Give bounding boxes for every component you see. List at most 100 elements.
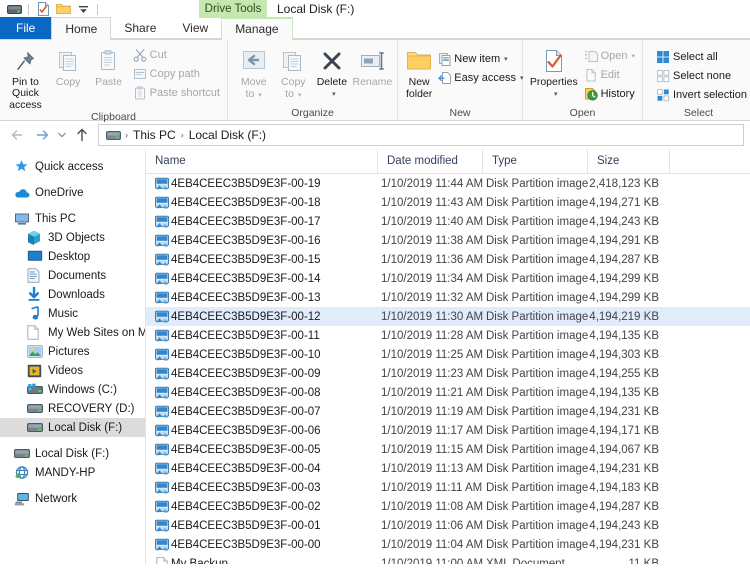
sidebar-item-network[interactable]: Network	[0, 489, 145, 508]
up-button[interactable]	[70, 124, 94, 146]
column-header-name[interactable]: Name	[146, 149, 378, 174]
table-row[interactable]: 4EB4CEEC3B5D9E3F-00-15 1/10/2019 11:36 AM…	[146, 250, 750, 269]
forward-button[interactable]	[30, 124, 54, 146]
cell-type: Disk Partition image	[486, 424, 588, 437]
column-header-size[interactable]: Size	[588, 149, 670, 174]
table-row[interactable]: 4EB4CEEC3B5D9E3F-00-09 1/10/2019 11:23 AM…	[146, 364, 750, 383]
disk-partition-image-icon	[152, 196, 171, 210]
new-item-caret-icon[interactable]: ▾	[504, 55, 508, 63]
pin-to-quick-access-button[interactable]: Pin to Quick access	[3, 44, 48, 111]
paste-shortcut-button[interactable]: Paste shortcut	[129, 84, 224, 102]
properties-button[interactable]: Properties ▾	[528, 44, 580, 100]
table-row[interactable]: 4EB4CEEC3B5D9E3F-00-00 1/10/2019 11:04 AM…	[146, 535, 750, 554]
easy-access-button[interactable]: Easy access ▾	[433, 69, 527, 87]
disk-partition-image-icon	[152, 367, 171, 381]
table-row[interactable]: 4EB4CEEC3B5D9E3F-00-07 1/10/2019 11:19 AM…	[146, 402, 750, 421]
column-header-date-modified[interactable]: ˇ Date modified	[378, 149, 483, 174]
tab-share[interactable]: Share	[111, 17, 169, 39]
sidebar-item-music[interactable]: Music	[0, 304, 145, 323]
table-row[interactable]: 4EB4CEEC3B5D9E3F-00-19 1/10/2019 11:44 AM…	[146, 174, 750, 193]
breadcrumb-local-disk-f[interactable]: Local Disk (F:)	[185, 128, 270, 142]
breadcrumb-this-pc[interactable]: This PC	[129, 128, 180, 142]
column-header-type[interactable]: Type	[483, 149, 588, 174]
sidebar-item-pictures[interactable]: Pictures	[0, 342, 145, 361]
cell-type: Disk Partition image	[486, 253, 588, 266]
move-to-button[interactable]: Move to ▾	[234, 44, 274, 101]
table-row[interactable]: 4EB4CEEC3B5D9E3F-00-14 1/10/2019 11:34 AM…	[146, 269, 750, 288]
new-folder-button[interactable]: New folder	[405, 44, 433, 100]
table-row[interactable]: 4EB4CEEC3B5D9E3F-00-17 1/10/2019 11:40 AM…	[146, 212, 750, 231]
sidebar-item-local-disk-f[interactable]: Local Disk (F:)	[0, 444, 145, 463]
ribbon-group-clipboard: Pin to Quick access Copy Paste Cut Copy …	[0, 40, 228, 123]
tab-home[interactable]: Home	[51, 17, 112, 40]
open-caret-icon[interactable]: ▾	[631, 52, 635, 60]
navigation-pane[interactable]: Quick access OneDrive This PC 3D Objects Des…	[0, 149, 146, 564]
edit-button[interactable]: Edit	[580, 66, 639, 84]
cell-size: 4,194,299 KB	[589, 272, 659, 285]
table-row[interactable]: My Backup 1/10/2019 11:00 AM XML Document 1…	[146, 554, 750, 564]
delete-caret-icon[interactable]: ▾	[332, 89, 336, 100]
sidebar-item-desktop[interactable]: Desktop	[0, 247, 145, 266]
table-row[interactable]: 4EB4CEEC3B5D9E3F-00-13 1/10/2019 11:32 AM…	[146, 288, 750, 307]
history-button[interactable]: History	[580, 85, 639, 103]
tab-view[interactable]: View	[169, 17, 221, 39]
table-row[interactable]: 4EB4CEEC3B5D9E3F-00-01 1/10/2019 11:06 AM…	[146, 516, 750, 535]
copy-to-button[interactable]: Copy to ▾	[274, 44, 314, 101]
table-row[interactable]: 4EB4CEEC3B5D9E3F-00-02 1/10/2019 11:08 AM…	[146, 497, 750, 516]
sidebar-item-downloads[interactable]: Downloads	[0, 285, 145, 304]
table-row[interactable]: 4EB4CEEC3B5D9E3F-00-11 1/10/2019 11:28 AM…	[146, 326, 750, 345]
cell-date-modified: 1/10/2019 11:11 AM	[381, 481, 483, 494]
sidebar-item-label: Network	[35, 492, 78, 505]
delete-button[interactable]: Delete ▾	[313, 44, 351, 100]
customize-qat-icon[interactable]	[73, 0, 93, 18]
cell-name: 4EB4CEEC3B5D9E3F-00-01	[146, 516, 378, 535]
sidebar-item-quick-access[interactable]: Quick access	[0, 157, 145, 176]
new-folder-icon[interactable]	[53, 0, 73, 18]
table-row[interactable]: 4EB4CEEC3B5D9E3F-00-08 1/10/2019 11:21 AM…	[146, 383, 750, 402]
table-row[interactable]: 4EB4CEEC3B5D9E3F-00-03 1/10/2019 11:11 AM…	[146, 478, 750, 497]
file-name-label: 4EB4CEEC3B5D9E3F-00-07	[171, 405, 321, 418]
select-all-button[interactable]: Select all	[652, 48, 750, 66]
new-item-button[interactable]: New item ▾	[433, 50, 527, 68]
qat-separator-1	[28, 3, 29, 15]
table-row[interactable]: 4EB4CEEC3B5D9E3F-00-04 1/10/2019 11:13 AM…	[146, 459, 750, 478]
rename-button[interactable]: Rename	[351, 44, 394, 88]
drive-icon[interactable]	[4, 0, 24, 18]
cell-date-modified: 1/10/2019 11:19 AM	[381, 405, 483, 418]
sidebar-item-onedrive[interactable]: OneDrive	[0, 183, 145, 202]
properties-caret-icon[interactable]: ▾	[554, 89, 558, 100]
sidebar-item-local-disk-f[interactable]: Local Disk (F:)	[0, 418, 145, 437]
cut-button[interactable]: Cut	[129, 46, 224, 64]
disk-partition-image-icon	[152, 538, 171, 552]
tab-manage[interactable]: Manage	[221, 17, 293, 40]
address-path-box[interactable]: › This PC › Local Disk (F:)	[98, 124, 744, 146]
sidebar-item-mandy-hp[interactable]: MANDY-HP	[0, 463, 145, 482]
rename-label: Rename	[352, 76, 393, 88]
table-row[interactable]: 4EB4CEEC3B5D9E3F-00-16 1/10/2019 11:38 AM…	[146, 231, 750, 250]
table-row[interactable]: 4EB4CEEC3B5D9E3F-00-05 1/10/2019 11:15 AM…	[146, 440, 750, 459]
cell-size: 4,194,299 KB	[589, 291, 659, 304]
sidebar-item-recovery-d[interactable]: RECOVERY (D:)	[0, 399, 145, 418]
tab-file[interactable]: File	[0, 17, 52, 39]
select-none-button[interactable]: Select none	[652, 67, 750, 85]
table-row[interactable]: 4EB4CEEC3B5D9E3F-00-06 1/10/2019 11:17 AM…	[146, 421, 750, 440]
cell-date-modified: 1/10/2019 11:00 AM	[381, 557, 483, 565]
back-button[interactable]	[6, 124, 30, 146]
table-row[interactable]: 4EB4CEEC3B5D9E3F-00-12 1/10/2019 11:30 AM…	[146, 307, 750, 326]
copy-button[interactable]: Copy	[48, 44, 88, 88]
sidebar-item-this-pc[interactable]: This PC	[0, 209, 145, 228]
properties-icon[interactable]	[33, 0, 53, 18]
copy-path-button[interactable]: Copy path	[129, 65, 224, 83]
file-name-label: 4EB4CEEC3B5D9E3F-00-08	[171, 386, 321, 399]
invert-selection-button[interactable]: Invert selection	[652, 86, 750, 104]
sidebar-item-documents[interactable]: Documents	[0, 266, 145, 285]
sidebar-item-3d-objects[interactable]: 3D Objects	[0, 228, 145, 247]
table-row[interactable]: 4EB4CEEC3B5D9E3F-00-10 1/10/2019 11:25 AM…	[146, 345, 750, 364]
sidebar-item-my-web-sites-on-m[interactable]: My Web Sites on M	[0, 323, 145, 342]
paste-button[interactable]: Paste	[88, 44, 128, 88]
open-button[interactable]: Open ▾	[580, 47, 639, 65]
recent-locations-button[interactable]	[54, 124, 70, 146]
sidebar-item-videos[interactable]: Videos	[0, 361, 145, 380]
table-row[interactable]: 4EB4CEEC3B5D9E3F-00-18 1/10/2019 11:43 AM…	[146, 193, 750, 212]
sidebar-item-windows-c[interactable]: Windows (C:)	[0, 380, 145, 399]
